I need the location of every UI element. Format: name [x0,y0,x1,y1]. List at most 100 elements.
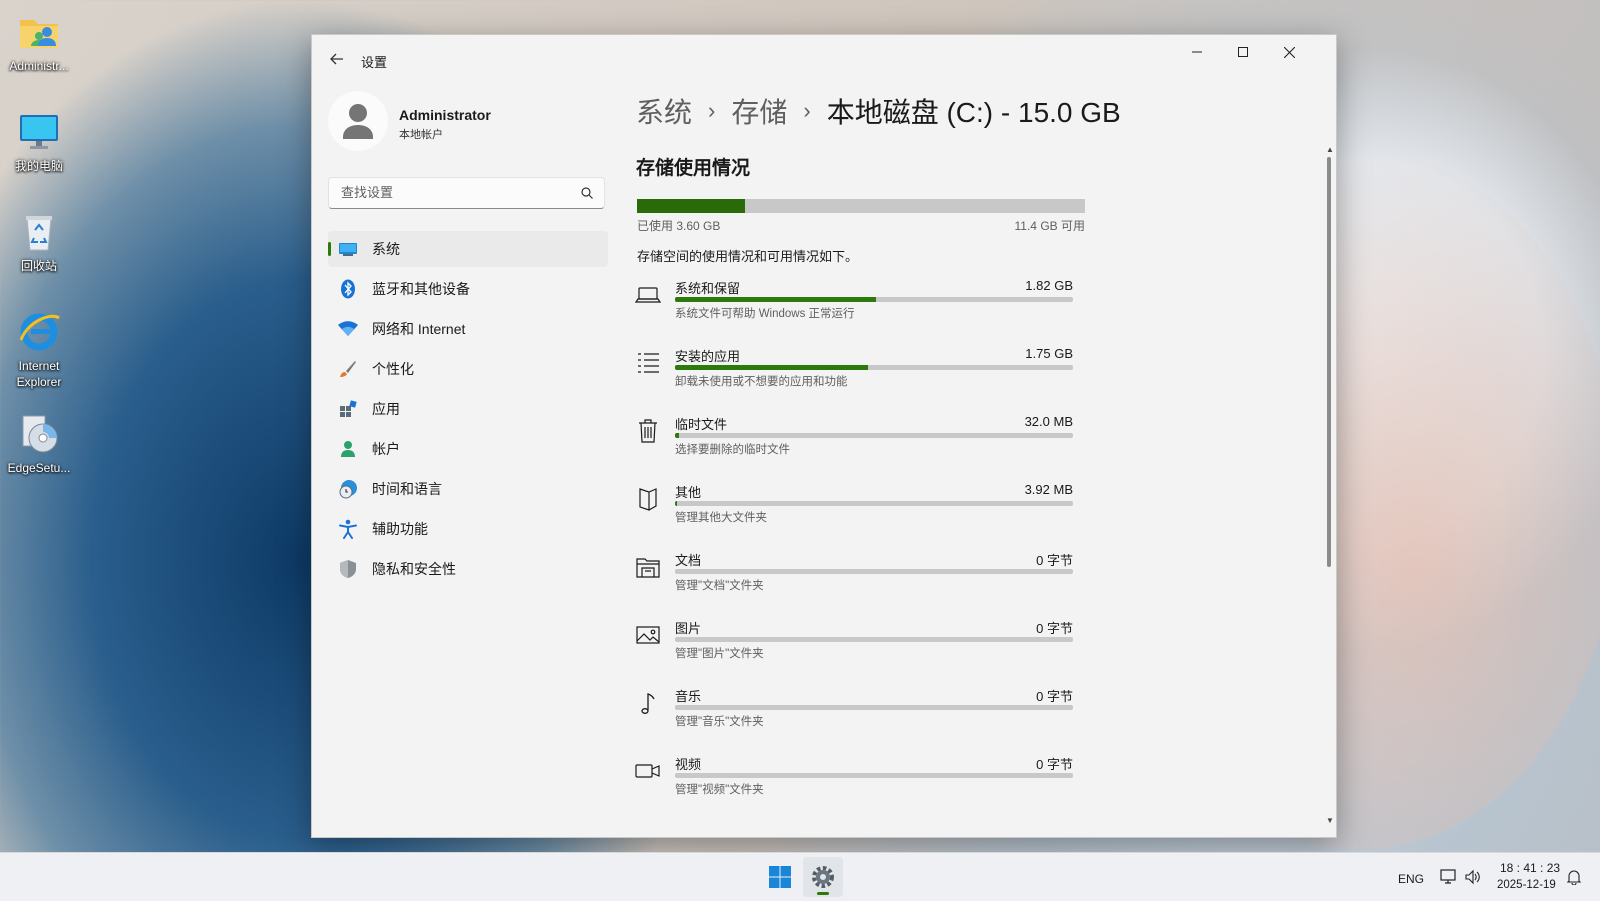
category-name: 视频 [675,757,702,772]
category-system-reserved[interactable]: 系统和保留 1.82 GB 系统文件可帮助 Windows 正常运行 [635,278,1075,342]
network-status-icon[interactable] [1440,868,1458,891]
category-description: 卸载未使用或不想要的应用和功能 [675,376,848,388]
category-usage-fill [675,433,679,438]
start-button[interactable] [760,857,800,897]
apps-icon [338,399,358,419]
sidebar-item-apps[interactable]: 应用 [328,391,608,427]
time-language-icon [338,479,358,499]
settings-window: 设置 Administrator 本地帐户 系统 蓝牙和其他设备 [311,34,1337,838]
music-note-icon [641,693,655,714]
trash-icon [639,419,657,443]
installer-disc-icon [17,412,61,456]
desktop-icon-edge-setup[interactable]: EdgeSetu... [4,412,74,476]
input-language-indicator[interactable]: ENG [1398,872,1424,886]
category-installed-apps[interactable]: 安装的应用 1.75 GB 卸载未使用或不想要的应用和功能 [635,346,1075,410]
taskbar-settings-button[interactable] [803,857,843,897]
content-scrollbar[interactable]: ▲ ▼ [1326,145,1334,825]
user-name: Administrator [399,107,491,123]
chevron-right-icon: › [708,98,716,123]
desktop-icon-recycle-bin[interactable]: 回收站 [4,210,74,274]
category-name: 临时文件 [675,417,728,432]
category-name: 图片 [675,621,702,636]
volume-icon[interactable] [1464,868,1482,891]
scrollbar-thumb[interactable] [1327,157,1331,567]
desktop-icon-label: Administr... [9,59,69,73]
internet-explorer-icon [17,310,61,354]
category-documents[interactable]: 文档 0 字节 管理"文档"文件夹 [635,550,1075,614]
category-usage-bar [675,637,1073,642]
book-icon [639,488,657,511]
sidebar-item-label: 网络和 Internet [372,321,466,337]
desktop-icon-administrator[interactable]: Administr... [4,10,74,74]
search-box[interactable] [328,177,605,209]
breadcrumb-system[interactable]: 系统 [636,91,692,131]
desktop-icon-my-computer[interactable]: 我的电脑 [4,110,74,174]
used-space-label: 已使用 3.60 GB [637,219,721,233]
desktop-icon-internet-explorer[interactable]: Internet Explorer [4,310,74,390]
minimize-icon [1192,51,1202,53]
category-name: 系统和保留 [675,281,741,296]
breadcrumb: 系统 › 存储 › 本地磁盘 (C:) - 15.0 GB [636,91,1121,131]
category-size: 0 字节 [1036,621,1073,636]
desktop-icon-label: EdgeSetu... [7,461,71,475]
total-storage-bar-fill [637,199,745,213]
bluetooth-icon [338,279,358,299]
desktop-icon-label: Internet Explorer [16,359,62,389]
running-indicator [817,892,829,895]
notification-bell-icon[interactable] [1566,869,1582,890]
sidebar-item-label: 应用 [372,401,400,417]
sidebar-item-system[interactable]: 系统 [328,231,608,267]
desktop-icon-label: 回收站 [20,259,57,273]
category-name: 文档 [675,553,702,568]
taskbar: ENG 18 : 41 : 23 2025-12-19 [0,852,1600,901]
sidebar-item-personalization[interactable]: 个性化 [328,351,608,387]
sidebar-item-bluetooth[interactable]: 蓝牙和其他设备 [328,271,608,307]
category-size: 1.82 GB [1025,278,1073,293]
category-size: 0 字节 [1036,689,1073,704]
category-size: 32.0 MB [1024,414,1073,429]
recycle-bin-icon [17,210,61,254]
clock-date[interactable]: 2025-12-19 [1497,879,1556,891]
sidebar-item-accounts[interactable]: 帐户 [328,431,608,467]
desktop-icon-label: 我的电脑 [14,159,63,173]
close-button[interactable] [1266,35,1312,69]
category-usage-fill [675,297,876,302]
user-profile[interactable]: Administrator 本地帐户 [328,91,608,153]
category-name: 音乐 [675,689,702,704]
sidebar-item-time-language[interactable]: 时间和语言 [328,471,608,507]
maximize-icon [1238,47,1248,57]
category-music[interactable]: 音乐 0 字节 管理"音乐"文件夹 [635,686,1075,750]
category-videos[interactable]: 视频 0 字节 管理"视频"文件夹 [635,754,1075,818]
category-pictures[interactable]: 图片 0 字节 管理"图片"文件夹 [635,618,1075,682]
category-name: 安装的应用 [675,349,741,364]
minimize-button[interactable] [1174,35,1220,69]
sidebar-item-network[interactable]: 网络和 Internet [328,311,608,347]
brush-icon [338,359,358,379]
category-usage-fill [675,501,678,506]
video-camera-icon [635,764,660,778]
category-usage-fill [675,365,869,370]
category-size: 0 字节 [1036,553,1073,568]
category-description: 选择要删除的临时文件 [675,444,790,456]
sidebar-item-accessibility[interactable]: 辅助功能 [328,511,608,547]
clock-time[interactable]: 18 : 41 : 23 [1500,861,1560,875]
sidebar-item-label: 蓝牙和其他设备 [372,281,470,297]
gear-icon [812,866,834,888]
sidebar-item-label: 帐户 [372,441,400,457]
maximize-button[interactable] [1220,35,1266,69]
sidebar-item-privacy[interactable]: 隐私和安全性 [328,551,608,587]
category-temp-files[interactable]: 临时文件 32.0 MB 选择要删除的临时文件 [635,414,1075,478]
back-button[interactable] [322,47,352,71]
chevron-right-icon: › [803,98,811,123]
category-usage-bar [675,501,1073,506]
scroll-up-arrow-icon[interactable]: ▲ [1326,145,1334,154]
laptop-icon [635,287,661,303]
close-icon [1283,46,1295,58]
breadcrumb-storage[interactable]: 存储 [731,91,787,131]
search-input[interactable] [339,184,573,201]
category-other[interactable]: 其他 3.92 MB 管理其他大文件夹 [635,482,1075,546]
app-title: 设置 [361,55,388,70]
scroll-down-arrow-icon[interactable]: ▼ [1326,816,1334,825]
system-icon [338,239,358,259]
category-usage-bar [675,297,1073,302]
